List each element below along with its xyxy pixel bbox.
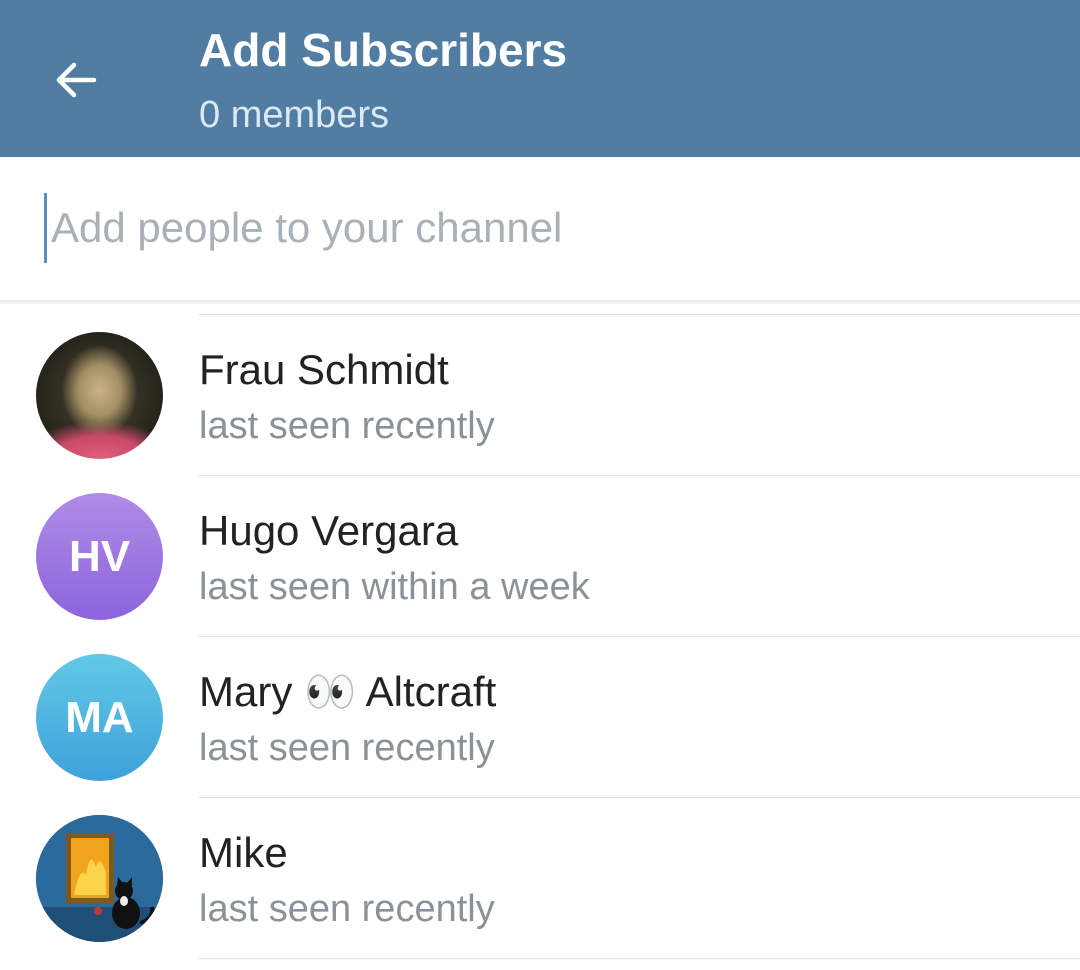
contact-status: last seen within a week	[199, 566, 590, 608]
cat-painting-image	[36, 815, 163, 942]
contact-row-mary-altcraft[interactable]: MA Mary 👀 Altcraft last seen recently	[0, 636, 1080, 797]
avatar: MA	[36, 654, 163, 781]
row-divider	[199, 636, 1080, 637]
row-divider	[199, 797, 1080, 798]
search-bar	[0, 157, 1080, 300]
contact-status: last seen recently	[199, 727, 495, 769]
back-button[interactable]	[36, 40, 116, 120]
add-people-input[interactable]	[44, 193, 1051, 263]
arrow-left-icon	[56, 62, 97, 98]
contact-status: last seen recently	[199, 888, 495, 930]
row-divider	[199, 314, 1080, 315]
row-divider	[199, 958, 1080, 959]
avatar	[36, 815, 163, 942]
contact-name: Mike	[199, 829, 288, 876]
app-header: Add Subscribers 0 members	[0, 0, 1080, 157]
page-title: Add Subscribers	[199, 24, 568, 76]
row-divider	[199, 475, 1080, 476]
contact-row-frau-schmidt[interactable]: Frau Schmidt last seen recently	[0, 314, 1080, 475]
contact-list: Frau Schmidt last seen recently HV Hugo …	[0, 314, 1080, 959]
avatar	[36, 332, 163, 459]
contact-row-hugo-vergara[interactable]: HV Hugo Vergara last seen within a week	[0, 475, 1080, 636]
contact-status: last seen recently	[199, 405, 495, 447]
member-count: 0 members	[199, 94, 390, 136]
avatar: HV	[36, 493, 163, 620]
contact-name: Hugo Vergara	[199, 507, 459, 554]
section-divider	[0, 300, 1080, 304]
contact-row-mike[interactable]: Mike last seen recently	[0, 797, 1080, 959]
contact-name: Frau Schmidt	[199, 346, 449, 393]
contact-name: Mary 👀 Altcraft	[199, 668, 497, 715]
